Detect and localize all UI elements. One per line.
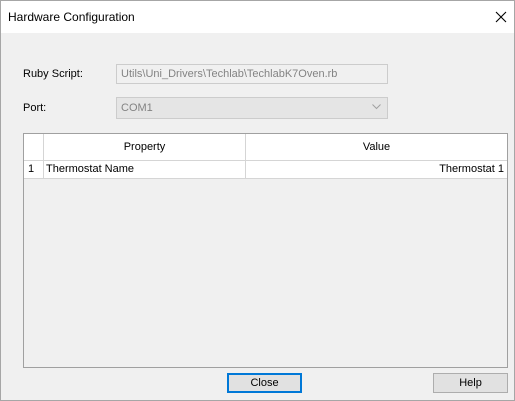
port-label: Port: [23,102,47,114]
close-button[interactable]: Close [227,373,302,393]
ruby-script-field: Utils\Uni_Drivers\Techlab\TechlabK7Oven.… [116,64,388,84]
port-select-value: COM1 [121,102,153,114]
close-icon [495,11,507,23]
column-header-property[interactable]: Property [44,134,246,160]
hardware-configuration-dialog: Hardware Configuration Ruby Script: Util… [0,0,515,401]
value-cell[interactable]: Thermostat 1 [246,161,507,178]
row-index-cell: 1 [24,161,44,178]
column-header-value[interactable]: Value [246,134,507,160]
chevron-down-icon [372,104,381,110]
close-window-button[interactable] [488,1,514,33]
ruby-script-label: Ruby Script: [23,68,83,80]
grid-header: Property Value [24,134,507,161]
grid-corner-cell [24,134,44,160]
title-bar: Hardware Configuration [1,1,514,33]
port-select[interactable]: COM1 [116,97,388,119]
window-title: Hardware Configuration [8,10,135,24]
property-cell[interactable]: Thermostat Name [44,161,246,178]
property-grid: Property Value 1 Thermostat Name Thermos… [23,133,508,368]
table-row[interactable]: 1 Thermostat Name Thermostat 1 [24,161,507,179]
help-button[interactable]: Help [433,373,508,393]
